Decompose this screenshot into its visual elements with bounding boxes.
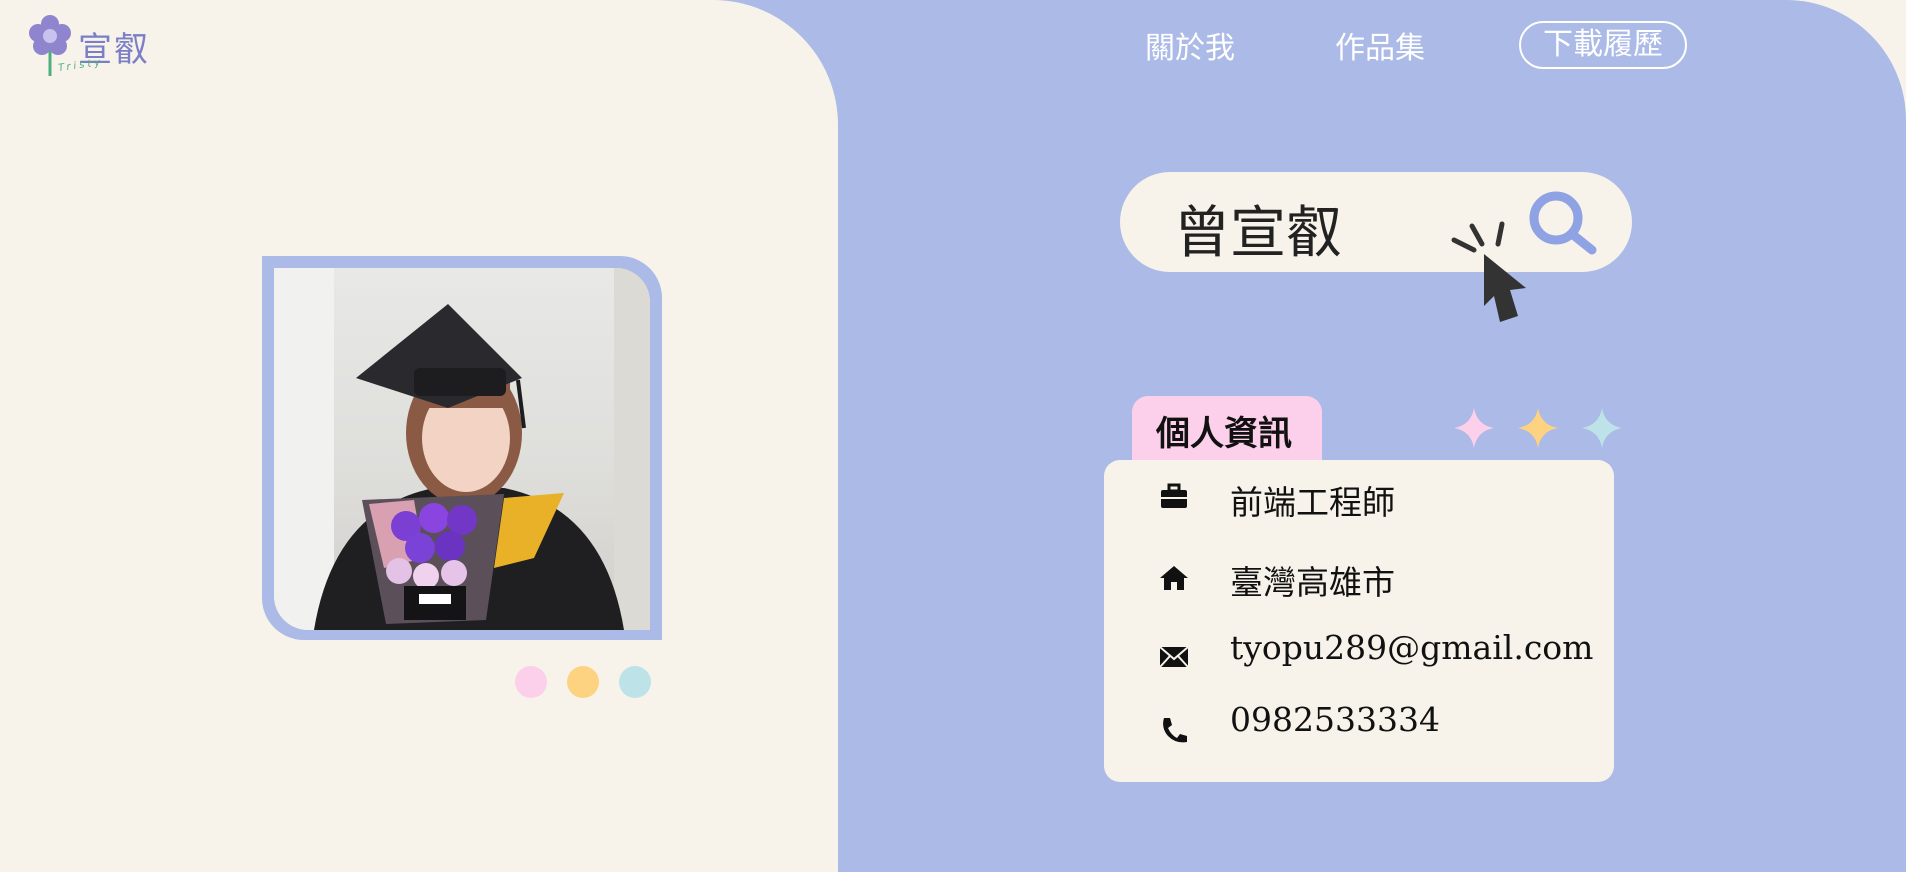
info-location: 臺灣高雄市 — [1230, 563, 1395, 602]
home-icon — [1160, 566, 1188, 590]
yellow-dot — [567, 666, 599, 698]
info-row-email: tyopu289@gmail.com — [1104, 626, 1614, 686]
info-job: 前端工程師 — [1230, 483, 1395, 522]
download-resume-button[interactable]: 下載履歷 — [1519, 21, 1687, 69]
profile-photo-frame — [262, 256, 662, 640]
info-tab: 個人資訊 — [1132, 396, 1322, 466]
info-row-location: 臺灣高雄市 — [1104, 548, 1614, 608]
info-email[interactable]: tyopu289@gmail.com — [1230, 628, 1593, 667]
decor-dots — [515, 666, 671, 698]
search-bar[interactable]: 曾宣叡 — [1120, 172, 1632, 272]
phone-icon — [1163, 718, 1187, 743]
briefcase-icon — [1161, 483, 1187, 508]
info-row-job: 前端工程師 — [1104, 466, 1614, 526]
teal-dot — [619, 666, 651, 698]
profile-photo — [274, 268, 650, 630]
pink-dot — [515, 666, 547, 698]
info-tab-label: 個人資訊 — [1156, 414, 1292, 454]
site-logo[interactable]: 宣叡 Tristy — [28, 14, 158, 80]
search-name: 曾宣叡 — [1174, 201, 1342, 266]
search-icon[interactable] — [1528, 190, 1600, 256]
info-phone[interactable]: 0982533334 — [1230, 700, 1440, 739]
info-card: 前端工程師 臺灣高雄市 tyopu289@gmail.com 098253333… — [1104, 460, 1614, 782]
info-row-phone: 0982533334 — [1104, 700, 1614, 760]
cursor-icon — [1451, 221, 1526, 322]
top-nav: 關於我 作品集 下載履歷 — [1145, 21, 1687, 69]
sparkle-icons — [1454, 408, 1622, 448]
nav-portfolio[interactable]: 作品集 — [1335, 23, 1425, 67]
mail-icon — [1159, 646, 1189, 668]
nav-about[interactable]: 關於我 — [1145, 23, 1235, 67]
